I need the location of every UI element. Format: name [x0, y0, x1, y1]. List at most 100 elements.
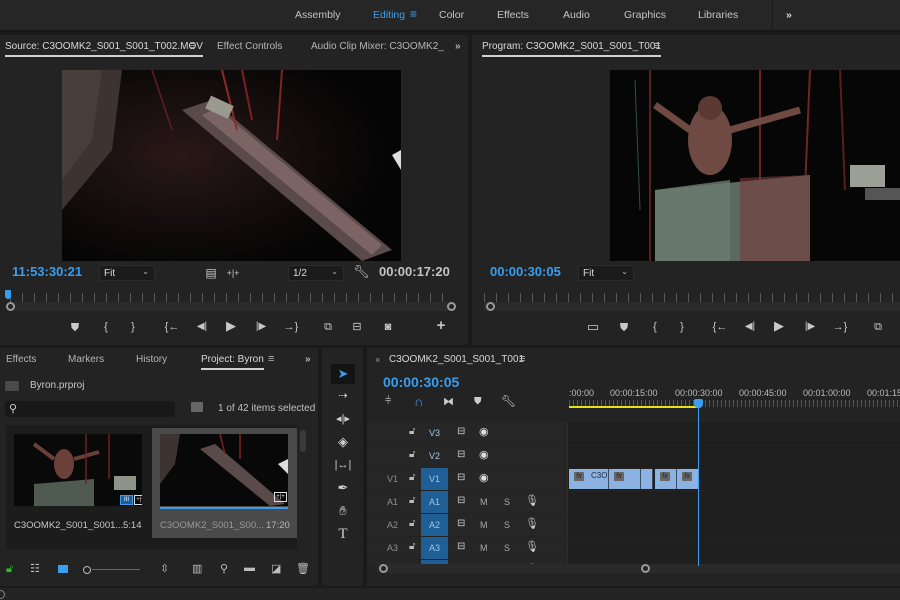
track-target[interactable]: A2	[421, 514, 448, 536]
solo-button[interactable]: S	[504, 497, 510, 507]
project-item-selected[interactable]: +|+ C3OOMK2_S001_S00... 17:20	[152, 428, 297, 538]
track-target[interactable]: V3	[421, 422, 448, 444]
program-zoom-scrollbar[interactable]	[484, 302, 900, 311]
go-to-in-icon[interactable]: {←	[164, 320, 180, 334]
mute-button[interactable]: M	[480, 543, 488, 553]
track-select-tool-icon[interactable]: ⇢	[331, 386, 355, 406]
project-search-input[interactable]: ⚲	[5, 401, 175, 417]
timeline-ruler[interactable]: :00:00 00:00:15:00 00:00:30:00 00:00:45:…	[569, 385, 900, 413]
tab-history[interactable]: History	[136, 354, 167, 365]
workspace-color[interactable]: Color	[439, 9, 464, 21]
double-chevron-right-icon[interactable]: »	[305, 354, 311, 365]
program-playhead-timecode[interactable]: 00:00:30:05	[490, 264, 561, 279]
hamburger-icon[interactable]: ≡	[519, 353, 525, 365]
track-lane-v3[interactable]	[567, 422, 900, 444]
sequence-tab[interactable]: C3OOMK2_S001_S001_T001	[389, 354, 524, 365]
track-lane-a3[interactable]	[567, 537, 900, 559]
timeline-horizontal-scrollbar[interactable]	[377, 564, 900, 573]
sync-lock-icon[interactable]: ⊟	[457, 541, 465, 552]
export-frame-icon[interactable]: ◙	[380, 320, 396, 334]
mark-out-icon[interactable]: }	[674, 320, 690, 334]
drag-video-only-icon[interactable]: ▤	[203, 266, 219, 280]
step-forward-icon[interactable]: |▶	[802, 320, 818, 334]
tab-project[interactable]: Project: Byron	[201, 354, 264, 370]
workspace-menu-icon[interactable]: ≡	[410, 7, 417, 21]
icon-view-icon[interactable]	[58, 565, 68, 573]
overwrite-icon[interactable]: ⊟	[349, 320, 365, 334]
mark-in-icon[interactable]: {	[647, 320, 663, 334]
timeline-clip[interactable]: fx	[655, 469, 677, 489]
double-chevron-right-icon[interactable]: »	[455, 41, 461, 52]
list-view-icon[interactable]: ☷	[30, 562, 40, 575]
source-video-frame[interactable]	[62, 70, 401, 261]
solo-button[interactable]: S	[504, 520, 510, 530]
track-lane-a1[interactable]	[567, 491, 900, 513]
nest-toggle-icon[interactable]: ⫩	[385, 395, 391, 408]
trash-icon[interactable]: 🗑︎	[296, 562, 310, 575]
source-playhead-timecode[interactable]: 11:53:30:21	[12, 264, 82, 279]
lock-icon[interactable]: 🔓︎	[409, 449, 415, 460]
slip-tool-icon[interactable]: |↔|	[331, 455, 355, 475]
clip-scrub-bar[interactable]	[160, 507, 288, 509]
wrench-icon[interactable]: 🔧︎	[353, 265, 370, 279]
workspace-editing[interactable]: Editing	[373, 9, 405, 21]
eye-icon[interactable]: ◉	[479, 448, 489, 461]
mute-button[interactable]: M	[480, 497, 488, 507]
search-bin-icon[interactable]	[191, 402, 203, 412]
microphone-icon[interactable]: 🎙︎	[525, 517, 539, 530]
mute-button[interactable]: M	[480, 520, 488, 530]
microphone-icon[interactable]: 🎙︎	[525, 540, 539, 553]
go-to-out-icon[interactable]: →}	[832, 320, 848, 334]
drag-audio-only-icon[interactable]: +|+	[225, 266, 241, 280]
close-icon[interactable]: ×	[375, 355, 380, 365]
selection-tool-icon[interactable]: ➤	[331, 364, 355, 384]
timeline-scroll-handle-right[interactable]	[641, 564, 650, 573]
tab-source[interactable]: Source: C3OOMK2_S001_S001_T002.MOV	[5, 41, 203, 57]
safe-margins-icon[interactable]: ▭	[585, 320, 601, 334]
snap-magnet-icon[interactable]: ∩	[414, 394, 423, 409]
new-bin-icon[interactable]: ▬	[244, 562, 255, 574]
mark-out-icon[interactable]: }	[125, 320, 141, 334]
eye-icon[interactable]: ◉	[479, 425, 489, 438]
source-scroll-handle-left[interactable]	[6, 302, 15, 311]
lock-icon[interactable]: 🔓︎	[409, 426, 415, 437]
zoom-slider-track[interactable]	[92, 569, 140, 570]
workspace-graphics[interactable]: Graphics	[624, 9, 666, 21]
tab-markers[interactable]: Markers	[68, 354, 104, 365]
lift-icon[interactable]: ⧉	[870, 320, 886, 334]
timeline-playhead-timecode[interactable]: 00:00:30:05	[383, 374, 459, 390]
source-patch[interactable]: A3	[387, 543, 398, 553]
eye-icon[interactable]: ◉	[479, 471, 489, 484]
project-scrollbar[interactable]	[300, 430, 306, 452]
zoom-slider-handle[interactable]	[83, 566, 91, 574]
microphone-icon[interactable]: 🎙︎	[525, 494, 539, 507]
wrench-icon[interactable]: 🔧︎	[501, 394, 516, 408]
track-target[interactable]: V2	[421, 445, 448, 467]
automate-to-sequence-icon[interactable]: ▥	[192, 562, 202, 575]
razor-tool-icon[interactable]: ◈	[331, 432, 355, 452]
linked-selection-icon[interactable]: ⧓	[443, 395, 454, 408]
sync-lock-icon[interactable]: ⊟	[457, 426, 465, 437]
tab-effect-controls[interactable]: Effect Controls	[217, 41, 282, 52]
source-zoom-scrollbar[interactable]	[10, 302, 453, 311]
workspace-libraries[interactable]: Libraries	[698, 9, 738, 21]
tab-program[interactable]: Program: C3OOMK2_S001_S001_T001	[482, 41, 661, 57]
track-lane-v1[interactable]: fx C3O fx fx fx	[567, 468, 900, 490]
source-patch[interactable]: V1	[387, 474, 398, 484]
marker-icon[interactable]: ⛊	[67, 321, 83, 335]
program-scroll-handle-left[interactable]	[486, 302, 495, 311]
project-item[interactable]: III +|+ C3OOMK2_S001_S001... 5:14	[6, 428, 151, 538]
in-out-range-bar[interactable]	[569, 406, 698, 408]
timeline-clip[interactable]: fx C3O	[569, 469, 609, 489]
timeline-scroll-handle-left[interactable]	[379, 564, 388, 573]
workspace-audio[interactable]: Audio	[563, 9, 590, 21]
timeline-clip[interactable]: fx	[677, 469, 699, 489]
program-zoom-dropdown[interactable]: Fit ⌄	[578, 265, 634, 281]
double-chevron-right-icon[interactable]: »	[786, 9, 792, 21]
track-lane-v2[interactable]	[567, 445, 900, 467]
step-back-icon[interactable]: ◀|	[194, 320, 210, 334]
lock-icon[interactable]: 🔓︎	[6, 563, 13, 576]
hamburger-icon[interactable]: ≡	[189, 40, 195, 52]
add-button-icon[interactable]: +	[433, 318, 449, 333]
source-resolution-dropdown[interactable]: 1/2 ⌄	[288, 265, 344, 281]
